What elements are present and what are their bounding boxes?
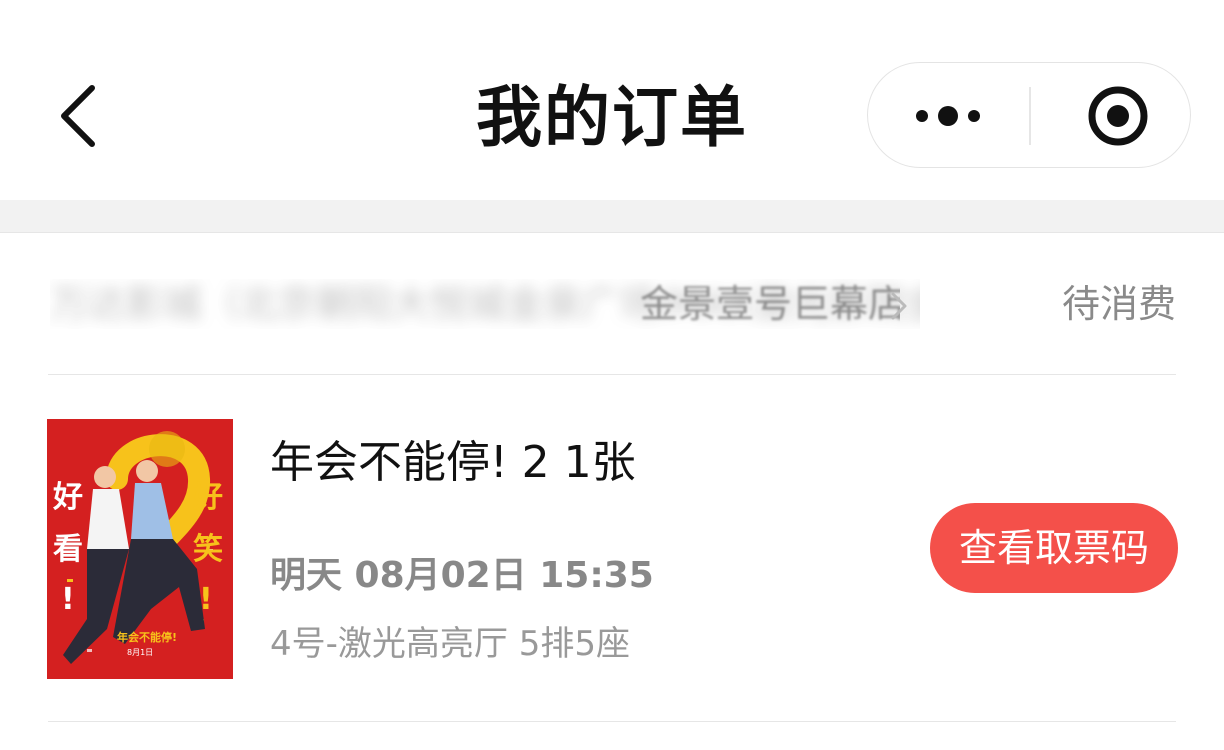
poster-left-char-3: !: [61, 582, 75, 617]
more-dots-icon[interactable]: [868, 63, 1029, 167]
poster-right-char-3: !: [199, 582, 213, 617]
poster-date-overlay: 8月1日: [127, 648, 153, 657]
poster-right-char-1: 好: [192, 480, 223, 515]
target-circle-icon[interactable]: [1031, 63, 1190, 167]
poster-left-char-2: 看: [53, 532, 83, 567]
store-row[interactable]: 万达影城（北京朝阳大悦城金泉广场IMAX激光影院金景壹号巨幕店） 金景壹号巨幕店…: [0, 233, 1224, 374]
row-divider: [48, 721, 1176, 722]
order-status: 待消费: [1061, 282, 1176, 326]
poster-right-char-2: 笑: [193, 532, 223, 567]
showtime: 明天 08月02日 15:35: [270, 555, 654, 596]
seat-info: 4号-激光高亮厅 5排5座: [270, 624, 630, 664]
chevron-right-icon: [888, 289, 910, 323]
movie-poster: 好 看 ! 好 笑 ! 年会不能停! 8月1日: [47, 419, 233, 679]
orders-page: 我的订单 万达影城（北京朝阳大悦城金泉广场IMAX激光影院金景壹号巨幕店）: [0, 0, 1224, 750]
store-name-tail-text: 金景壹号巨幕店): [640, 282, 900, 326]
poster-title-overlay: 年会不能停!: [117, 630, 177, 644]
poster-left-char-1: 好: [52, 480, 83, 515]
section-separator: [0, 200, 1224, 233]
menu-capsule: [867, 62, 1191, 168]
order-card[interactable]: 好 看 ! 好 笑 ! 年会不能停! 8月1日 年会不能停! 2 1张 明天 0…: [0, 375, 1224, 721]
view-ticket-code-button[interactable]: 查看取票码: [930, 503, 1178, 593]
store-name-tail: 金景壹号巨幕店): [640, 279, 900, 329]
movie-title: 年会不能停! 2 1张: [270, 437, 636, 488]
nav-bar: 我的订单: [0, 0, 1224, 200]
